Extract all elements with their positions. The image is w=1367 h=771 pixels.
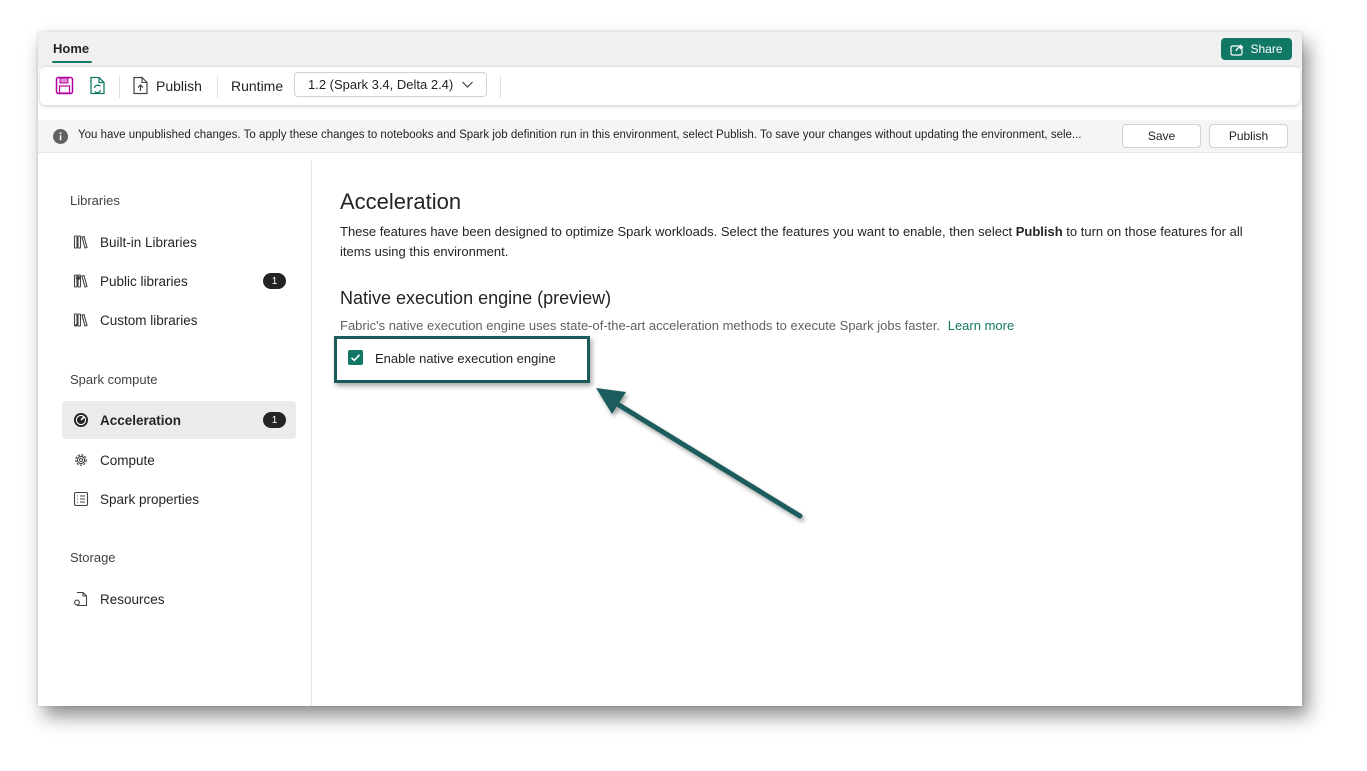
- sidebar-item-acceleration[interactable]: Acceleration 1: [62, 401, 296, 439]
- sidebar-item-label: Public libraries: [100, 273, 188, 289]
- settings-sidebar: Libraries Built-in Libraries Public libr…: [38, 161, 312, 706]
- sidebar-item-label: Built-in Libraries: [100, 234, 197, 250]
- sidebar-item-built-in-libraries[interactable]: Built-in Libraries: [62, 223, 296, 261]
- sidebar-item-label: Compute: [100, 452, 155, 468]
- library-books-icon: [73, 235, 88, 249]
- learn-more-link[interactable]: Learn more: [948, 318, 1014, 333]
- public-library-icon: [73, 274, 88, 288]
- gauge-icon: [74, 413, 88, 427]
- sidebar-item-label: Custom libraries: [100, 312, 198, 328]
- count-badge: 1: [263, 273, 286, 289]
- share-label: Share: [1250, 42, 1283, 56]
- share-icon: [1230, 44, 1244, 56]
- enable-native-engine-checkbox[interactable]: [348, 350, 363, 365]
- sidebar-item-label: Acceleration: [100, 412, 182, 428]
- sidebar-item-custom-libraries[interactable]: Custom libraries: [62, 301, 296, 339]
- native-engine-description: Fabric's native execution engine uses st…: [340, 318, 1014, 333]
- info-icon: [53, 129, 68, 144]
- sidebar-item-resources[interactable]: Resources: [62, 580, 296, 618]
- refresh-toolbar-button[interactable]: [88, 76, 107, 95]
- publish-label: Publish: [156, 77, 202, 94]
- publish-toolbar-button[interactable]: Publish: [132, 76, 202, 95]
- runtime-value: 1.2 (Spark 3.4, Delta 2.4): [308, 77, 454, 92]
- enable-native-engine-label: Enable native execution engine: [375, 351, 556, 366]
- custom-library-icon: [73, 313, 88, 327]
- page-description: These features have been designed to opt…: [340, 222, 1260, 262]
- native-engine-description-text: Fabric's native execution engine uses st…: [340, 318, 941, 333]
- toolbar-divider: [119, 76, 120, 98]
- chevron-down-icon: [462, 81, 473, 88]
- runtime-label-wrap: Runtime: [231, 78, 283, 94]
- toolbar: Publish Runtime 1.2 (Spark 3.4, Delta 2.…: [40, 67, 1300, 105]
- properties-list-icon: [73, 491, 89, 507]
- count-badge: 1: [263, 412, 286, 428]
- section-title-libraries: Libraries: [70, 193, 120, 208]
- banner-save-button[interactable]: Save: [1122, 124, 1201, 148]
- banner-message: You have unpublished changes. To apply t…: [78, 129, 1082, 141]
- publish-icon: [133, 76, 148, 95]
- callout-arrow-icon: [596, 388, 803, 519]
- section-title-storage: Storage: [70, 550, 116, 565]
- toolbar-divider: [500, 76, 501, 98]
- share-button[interactable]: Share: [1221, 38, 1292, 60]
- sidebar-item-public-libraries[interactable]: Public libraries 1: [62, 262, 296, 300]
- sidebar-item-spark-properties[interactable]: Spark properties: [62, 480, 296, 518]
- runtime-label: Runtime: [231, 78, 284, 94]
- environment-window: Home Share Publish Runtime 1.2 (Spark 3.…: [38, 32, 1302, 706]
- tab-home-indicator: [52, 61, 92, 63]
- banner-publish-button[interactable]: Publish: [1209, 124, 1288, 148]
- section-title-spark-compute: Spark compute: [70, 372, 158, 387]
- description-text: These features have been designed to opt…: [340, 224, 1016, 239]
- page-title: Acceleration: [340, 189, 462, 214]
- ribbon-tab-bar: Home Share: [38, 32, 1302, 68]
- sidebar-item-label: Spark properties: [100, 491, 200, 507]
- runtime-dropdown[interactable]: 1.2 (Spark 3.4, Delta 2.4): [294, 72, 487, 97]
- document-resource-icon: [74, 591, 88, 607]
- section-title-native-engine: Native execution engine (preview): [340, 288, 612, 308]
- sidebar-item-label: Resources: [100, 591, 165, 607]
- save-icon: [55, 76, 74, 95]
- unpublished-changes-banner: You have unpublished changes. To apply t…: [38, 120, 1302, 153]
- tab-home[interactable]: Home: [53, 41, 89, 56]
- toolbar-divider: [217, 76, 218, 98]
- save-toolbar-button[interactable]: [55, 76, 74, 95]
- checkmark-icon: [350, 354, 361, 362]
- gear-icon: [75, 454, 87, 466]
- sidebar-item-compute[interactable]: Compute: [62, 441, 296, 479]
- document-refresh-icon: [90, 76, 105, 95]
- description-emphasis: Publish: [1015, 224, 1063, 239]
